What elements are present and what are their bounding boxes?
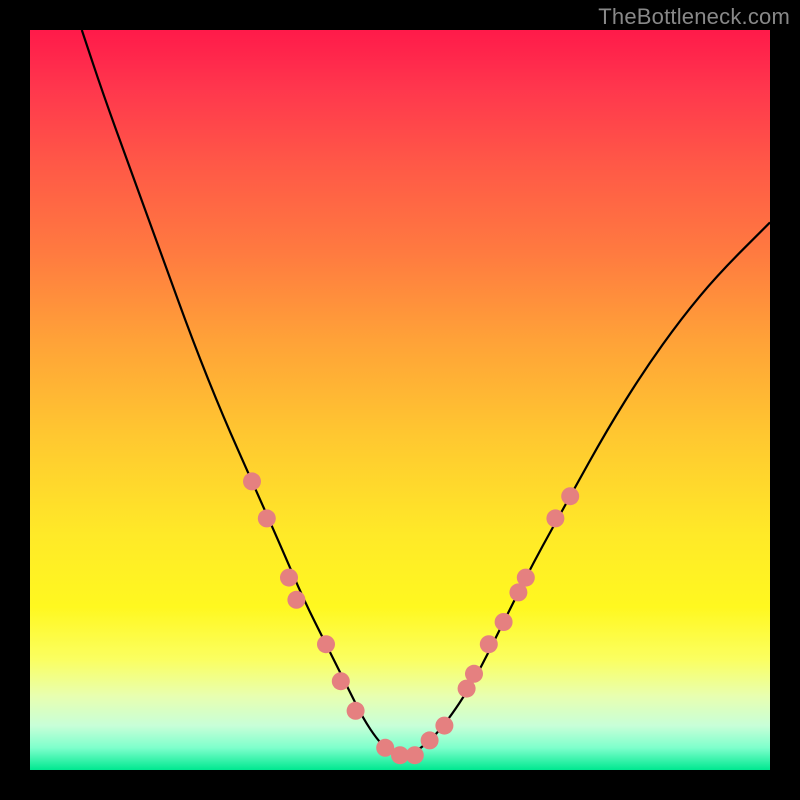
watermark-text: TheBottleneck.com [598,4,790,30]
data-marker [480,635,498,653]
data-marker [561,487,579,505]
data-marker [546,509,564,527]
bottleneck-chart [30,30,770,770]
data-marker [317,635,335,653]
data-marker [258,509,276,527]
data-marker [332,672,350,690]
data-marker [406,746,424,764]
data-marker [421,731,439,749]
data-marker [517,569,535,587]
data-marker [287,591,305,609]
data-marker [243,472,261,490]
data-marker [495,613,513,631]
data-marker [280,569,298,587]
bottleneck-curve-line [82,30,770,755]
data-markers [243,472,579,764]
data-marker [465,665,483,683]
data-marker [435,717,453,735]
data-marker [347,702,365,720]
